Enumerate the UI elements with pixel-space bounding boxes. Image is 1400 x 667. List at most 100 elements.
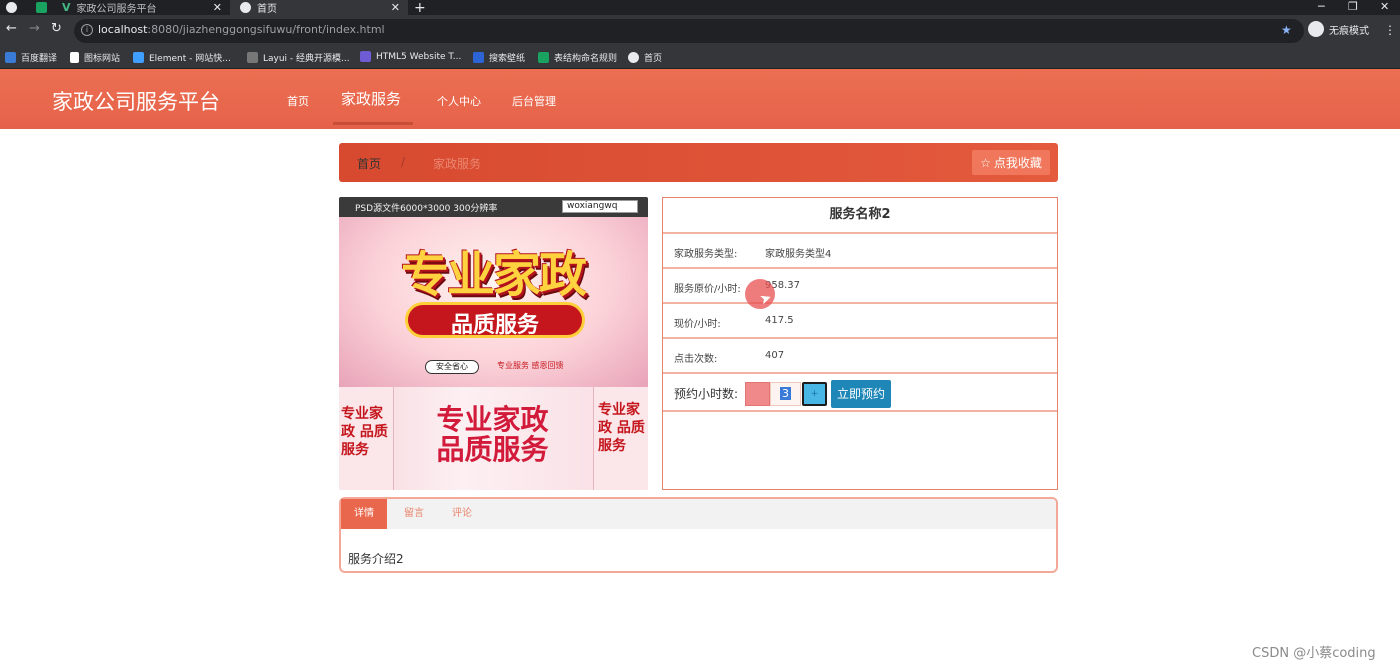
info-value: 家政服务类型4: [765, 249, 832, 260]
info-row-type: 家政服务类型: 家政服务类型4: [663, 234, 1057, 269]
poster-band: PSD源文件6000*3000 300分辨率 woxiangwq: [339, 197, 648, 217]
bookmark-item[interactable]: Layui - 经典开源模...: [247, 51, 350, 64]
poster-subtitle: 品质服务: [450, 313, 539, 338]
html5-icon: [360, 51, 371, 62]
bookmark-label: 搜索壁纸: [489, 54, 526, 64]
book-now-button[interactable]: 立即预约: [831, 380, 891, 408]
breadcrumb: 首页 / 家政服务 ☆ 点我收藏: [339, 143, 1058, 182]
layui-icon: [247, 52, 258, 63]
back-icon[interactable]: ←: [6, 21, 17, 36]
info-value: 407: [765, 350, 785, 361]
forward-icon[interactable]: →: [29, 21, 40, 36]
browser-tab-active[interactable]: 首页 ✕: [230, 0, 408, 15]
browser-tabstrip: V 家政公司服务平台 ✕ 首页 ✕ + ─ ❐ ✕: [0, 0, 1400, 16]
info-row-original-price: 服务原价/小时: 958.37: [663, 269, 1057, 304]
bookmark-item[interactable]: 表结构命名规则: [538, 51, 617, 64]
tab-content: 服务介绍2: [348, 552, 404, 566]
detail-tabs: 详情 留言 评论 服务介绍2: [339, 497, 1058, 573]
new-tab-button[interactable]: +: [414, 0, 434, 16]
close-tab-icon[interactable]: ✕: [391, 0, 400, 15]
info-icon[interactable]: i: [81, 24, 93, 36]
sheet-icon: [538, 52, 549, 63]
favorite-label: 点我收藏: [993, 156, 1042, 170]
poster-badge: 安全省心: [425, 360, 479, 374]
bookmark-label: Layui - 经典开源模...: [263, 54, 350, 64]
info-label: 家政服务类型:: [674, 249, 738, 260]
browser-tab[interactable]: [0, 0, 28, 15]
nav-item-personal-center[interactable]: 个人中心: [437, 93, 481, 109]
browser-tab-title: 首页: [257, 4, 277, 15]
quantity-value: 3: [780, 387, 791, 400]
breadcrumb-home[interactable]: 首页: [357, 155, 381, 172]
close-tab-icon[interactable]: ✕: [213, 0, 222, 15]
bookmark-label: Element - 网站快...: [149, 54, 231, 64]
bookmark-item[interactable]: 图标网站: [70, 51, 120, 64]
browser-tab[interactable]: V 家政公司服务平台 ✕: [58, 0, 230, 15]
watermark: CSDN @小蔡coding: [1252, 646, 1376, 661]
translate-icon: [5, 52, 16, 63]
poster-bottom: 专业家政 品质服务 专业家政 品质服务 专业家政 品质服务: [339, 387, 648, 490]
bookmark-label: 表结构命名规则: [554, 54, 618, 64]
poster-band-tag: woxiangwq: [562, 200, 638, 213]
bookmarks-bar: 百度翻译 图标网站 Element - 网站快... Layui - 经典开源模…: [0, 47, 1400, 69]
minimize-icon[interactable]: ─: [1318, 0, 1325, 15]
flag-icon: [70, 52, 79, 63]
poster-thumb-right-text: 专业家政 品质服务: [598, 402, 645, 454]
tab-messages[interactable]: 留言: [391, 499, 437, 529]
browser-tab[interactable]: [28, 0, 58, 15]
nav-item-home[interactable]: 首页: [287, 93, 309, 109]
service-info-panel: 服务名称2 家政服务类型: 家政服务类型4 服务原价/小时: 958.37 现价…: [662, 197, 1058, 490]
info-value: 417.5: [765, 315, 794, 326]
element-icon: [133, 52, 144, 63]
address-url: localhost:8080/jiazhenggongsifuwu/front/…: [98, 23, 385, 36]
sheet-icon: [36, 2, 47, 13]
quantity-increment-button[interactable]: +: [802, 382, 827, 406]
bookmark-item[interactable]: Element - 网站快...: [133, 51, 231, 64]
star-icon: ☆: [980, 155, 991, 170]
tab-details[interactable]: 详情: [341, 499, 387, 529]
bookmark-item[interactable]: 百度翻译: [5, 51, 57, 64]
close-window-icon[interactable]: ✕: [1380, 0, 1389, 15]
address-bar[interactable]: i localhost:8080/jiazhenggongsifuwu/fron…: [74, 19, 1304, 43]
quantity-decrement-button[interactable]: [745, 382, 770, 406]
poster-thumb-right: 专业家政 品质服务: [593, 387, 648, 490]
vue-icon: V: [62, 1, 71, 14]
globe-icon: [240, 2, 251, 13]
info-row-current-price: 现价/小时: 417.5: [663, 304, 1057, 339]
nav-item-services[interactable]: 家政服务: [341, 88, 401, 109]
bookmark-item[interactable]: 搜索壁纸: [473, 51, 525, 64]
reload-icon[interactable]: ↻: [51, 21, 62, 36]
poster-badge-secondary: 专业服务 感恩回馈: [497, 361, 564, 370]
favorite-button[interactable]: ☆ 点我收藏: [972, 150, 1050, 175]
nav-active-underline: [333, 122, 413, 125]
browser-toolbar: ← → ↻ i localhost:8080/jiazhenggongsifuw…: [0, 15, 1400, 47]
incognito-indicator[interactable]: 无痕模式: [1308, 21, 1369, 37]
info-row-click-count: 点击次数: 407: [663, 339, 1057, 374]
poster-title: 专业家政: [400, 247, 587, 303]
service-name: 服务名称2: [663, 198, 1057, 234]
breadcrumb-separator: /: [401, 155, 406, 169]
bookmark-label: 图标网站: [84, 54, 121, 64]
poster-thumb-left: 专业家政 品质服务: [339, 387, 394, 490]
info-label: 点击次数:: [674, 354, 718, 365]
tabs-header: 详情 留言 评论: [341, 499, 1056, 529]
bookmark-item[interactable]: 首页: [628, 51, 662, 64]
restore-icon[interactable]: ❐: [1348, 0, 1358, 15]
poster-band-text: PSD源文件6000*3000 300分辨率: [355, 204, 498, 214]
bookmark-label: 百度翻译: [21, 54, 58, 64]
url-path: :8080/jiazhenggongsifuwu/front/index.htm…: [147, 23, 385, 36]
poster-top: PSD源文件6000*3000 300分辨率 woxiangwq 专业家政 品质…: [339, 197, 648, 387]
breadcrumb-current: 家政服务: [433, 157, 482, 171]
url-host: localhost: [98, 23, 148, 36]
browser-tab-title: 家政公司服务平台: [76, 4, 157, 15]
bookmark-label: HTML5 Website T...: [376, 51, 462, 62]
site-brand[interactable]: 家政公司服务平台: [52, 86, 220, 116]
bookmark-star-icon[interactable]: ★: [1281, 23, 1292, 37]
booking-row: 预约小时数: 3 + 立即预约: [663, 374, 1057, 412]
bookmark-item[interactable]: HTML5 Website T...: [360, 51, 461, 62]
browser-menu-icon[interactable]: ⋮: [1384, 23, 1396, 37]
tab-comments[interactable]: 评论: [439, 499, 485, 529]
incognito-label: 无痕模式: [1329, 25, 1369, 37]
quantity-input[interactable]: 3: [770, 382, 801, 406]
nav-item-admin[interactable]: 后台管理: [512, 93, 556, 109]
